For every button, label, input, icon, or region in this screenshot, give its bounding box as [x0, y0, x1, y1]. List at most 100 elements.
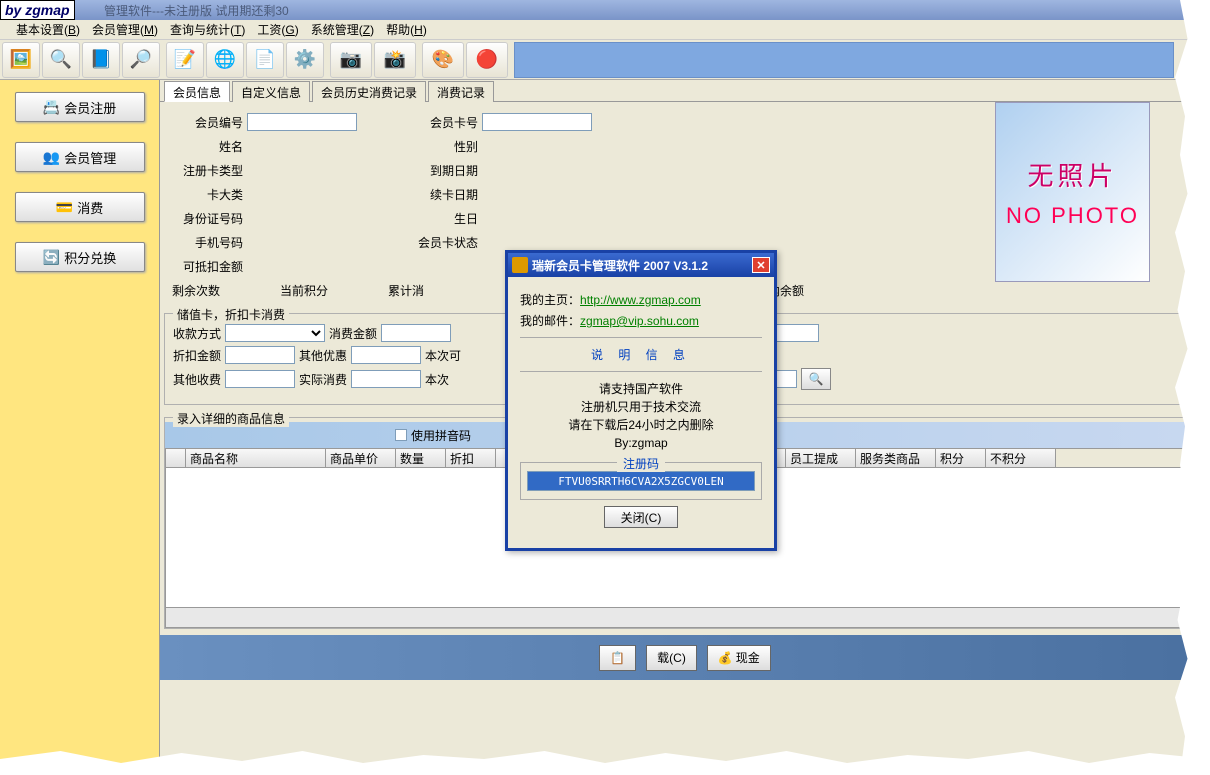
dialog-titlebar[interactable]: 瑞新会员卡管理软件 2007 V3.1.2 ✕	[508, 253, 774, 277]
sidebar-item-label: 会员管理	[64, 148, 116, 167]
lbl-amount: 消费金额	[329, 325, 377, 342]
menu-basic[interactable]: 基本设置(B)	[16, 21, 80, 38]
lbl-birthday: 生日	[407, 210, 482, 227]
divider	[520, 371, 762, 372]
th-name[interactable]: 商品名称	[186, 449, 326, 467]
th-points[interactable]: 积分	[936, 449, 986, 467]
inp-cardno[interactable]	[482, 113, 592, 131]
sidebar-points[interactable]: 🔄积分兑换	[15, 242, 145, 272]
tabs: 会员信息 自定义信息 会员历史消费记录 消费记录	[160, 80, 1210, 102]
msg-line3: 请在下载后24小时之内删除	[520, 416, 762, 434]
sidebar-item-label: 积分兑换	[64, 248, 116, 267]
lbl-name: 姓名	[172, 138, 247, 155]
lbl-remain: 剩余次数	[172, 282, 220, 299]
lbl-pinyin: 使用拼音码	[411, 427, 471, 444]
link-email[interactable]: zgmap@vip.sohu.com	[580, 314, 699, 328]
regcode-legend: 注册码	[617, 455, 665, 472]
lbl-this: 本次	[425, 371, 449, 388]
divider	[520, 337, 762, 338]
window-titlebar: 管理软件---未注册版 试用期还剩30	[0, 0, 1210, 20]
bbtn-1[interactable]: 📋	[599, 645, 636, 671]
menu-help[interactable]: 帮助(H)	[386, 21, 427, 38]
tool-5[interactable]: 📝	[166, 42, 204, 78]
btn-search[interactable]: 🔍	[801, 368, 831, 390]
tool-10[interactable]: 📸	[374, 42, 416, 78]
inp-otherfee[interactable]	[225, 370, 295, 388]
exchange-icon: 🔄	[43, 249, 60, 266]
sidebar-item-label: 消费	[77, 198, 103, 217]
menu-query[interactable]: 查询与统计(T)	[170, 21, 245, 38]
menu-system[interactable]: 系统管理(Z)	[311, 21, 374, 38]
lbl-discount: 折扣金额	[173, 347, 221, 364]
tool-4[interactable]: 🔎	[122, 42, 160, 78]
menu-member[interactable]: 会员管理(M)	[92, 21, 158, 38]
th-disc[interactable]: 折扣	[446, 449, 496, 467]
th-qty[interactable]: 数量	[396, 449, 446, 467]
toolbar-spacer	[514, 42, 1174, 78]
lbl-member-no: 会员编号	[172, 114, 247, 131]
dialog-icon	[512, 257, 528, 273]
tab-consume-log[interactable]: 消费记录	[428, 81, 494, 102]
watermark-badge: by zgmap	[0, 0, 75, 20]
tool-3[interactable]: 📘	[82, 42, 120, 78]
card-icon: 📇	[43, 99, 60, 116]
tool-2[interactable]: 🔍	[42, 42, 80, 78]
msg-line4: By:zgmap	[520, 434, 762, 452]
lbl-gender: 性别	[407, 138, 482, 155]
title-text: 管理软件---未注册版 试用期还剩30	[104, 2, 289, 19]
lbl-cardcat: 卡大类	[172, 186, 247, 203]
menu-salary[interactable]: 工资(G)	[257, 21, 298, 38]
tab-member-info[interactable]: 会员信息	[164, 81, 230, 102]
lbl-other: 其他优惠	[299, 347, 347, 364]
link-homepage[interactable]: http://www.zgmap.com	[580, 293, 701, 307]
inp-discount[interactable]	[225, 346, 295, 364]
lbl-expire: 到期日期	[407, 162, 482, 179]
bbtn-load[interactable]: 载(C)	[646, 645, 697, 671]
lbl-idno: 身份证号码	[172, 210, 247, 227]
tool-12[interactable]: 🔴	[466, 42, 508, 78]
lbl-homepage: 我的主页：	[520, 293, 580, 307]
group-consume-legend: 储值卡，折扣卡消费	[173, 306, 289, 323]
inp-actual[interactable]	[351, 370, 421, 388]
lbl-actual: 实际消费	[299, 371, 347, 388]
lbl-cardtype: 注册卡类型	[172, 162, 247, 179]
lbl-cardno: 会员卡号	[407, 114, 482, 131]
th-rowhead	[166, 449, 186, 467]
lbl-cardstatus: 会员卡状态	[407, 234, 482, 251]
tool-8[interactable]: ⚙️	[286, 42, 324, 78]
sidebar-manage[interactable]: 👥会员管理	[15, 142, 145, 172]
dialog-close-x[interactable]: ✕	[752, 257, 770, 273]
th-service[interactable]: 服务类商品	[856, 449, 936, 467]
lbl-paymethod: 收款方式	[173, 325, 221, 342]
bbtn-cash[interactable]: 💰现金	[707, 645, 771, 671]
dialog-title: 瑞新会员卡管理软件 2007 V3.1.2	[532, 257, 708, 274]
bottom-bar: 📋 载(C) 💰现金	[160, 635, 1210, 680]
inp-other[interactable]	[351, 346, 421, 364]
lbl-otherfee: 其他收费	[173, 371, 221, 388]
table-footer	[165, 608, 1205, 628]
inp-amount1[interactable]	[381, 324, 451, 342]
regcode-group: 注册码	[520, 462, 762, 500]
th-price[interactable]: 商品单价	[326, 449, 396, 467]
info-header: 说 明 信 息	[520, 346, 762, 363]
tool-6[interactable]: 🌐	[206, 42, 244, 78]
inp-member-no[interactable]	[247, 113, 357, 131]
th-nopoints[interactable]: 不积分	[986, 449, 1056, 467]
tab-history[interactable]: 会员历史消费记录	[312, 81, 426, 102]
msg-line2: 注册机只用于技术交流	[520, 398, 762, 416]
tool-11[interactable]: 🎨	[422, 42, 464, 78]
lbl-renew: 续卡日期	[407, 186, 482, 203]
dialog-close-button[interactable]: 关闭(C)	[604, 506, 678, 528]
tool-9[interactable]: 📷	[330, 42, 372, 78]
th-commission[interactable]: 员工提成	[786, 449, 856, 467]
sidebar-register[interactable]: 📇会员注册	[15, 92, 145, 122]
regcode-input[interactable]	[527, 471, 755, 491]
tool-7[interactable]: 📄	[246, 42, 284, 78]
sel-paymethod[interactable]	[225, 324, 325, 342]
sidebar-consume[interactable]: 💳消费	[15, 192, 145, 222]
chk-pinyin[interactable]	[395, 429, 407, 441]
users-icon: 👥	[43, 149, 60, 166]
tab-custom-info[interactable]: 自定义信息	[232, 81, 310, 102]
tool-1[interactable]: 🖼️	[2, 42, 40, 78]
sidebar-item-label: 会员注册	[64, 98, 116, 117]
